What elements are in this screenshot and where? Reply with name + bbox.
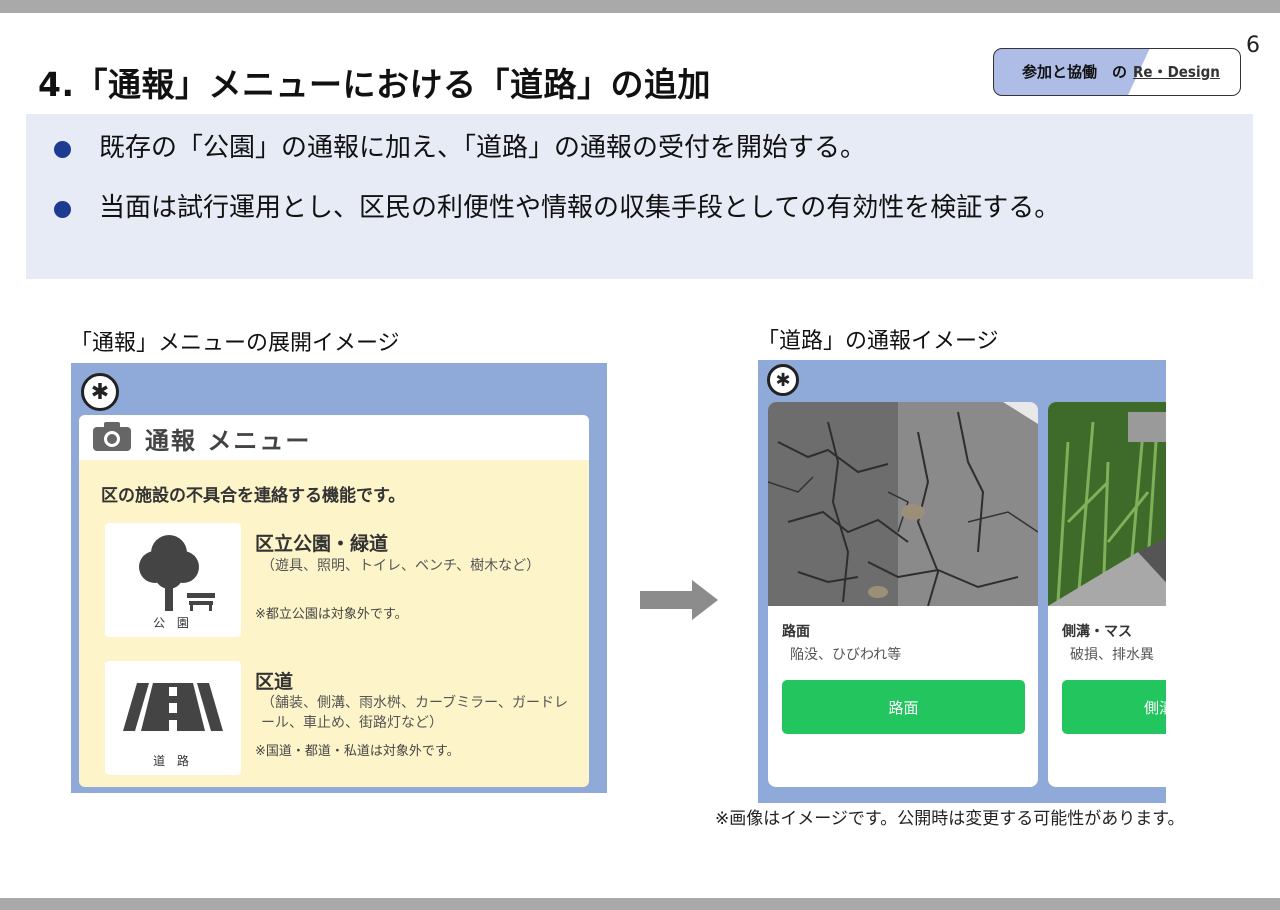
right-caption: 「道路」の通報イメージ — [757, 329, 999, 354]
bullet-item: 既存の「公園」の通報に加え、「道路」の通報の受付を開始する。 — [54, 130, 1199, 166]
right-arrow-icon — [640, 580, 718, 620]
road-card-surface[interactable]: 路面 陥没、ひびわれ等 路面 — [768, 402, 1038, 787]
road-screenshot: ✱ 路面 陥没、ひびわれ等 路面 側溝・マス 破損、排水異 側 — [758, 360, 1166, 803]
road-card-label: 側溝・マス — [1062, 624, 1132, 640]
bullet-item: 当面は試行運用とし、区民の利便性や情報の収集手段としての有効性を検証する。 — [54, 190, 1199, 226]
park-item-note: ※都立公園は対象外です。 — [255, 607, 408, 622]
bullet-dot-icon — [54, 201, 71, 218]
bullet-dot-icon — [54, 141, 71, 158]
road-item-title[interactable]: 区道 — [255, 667, 293, 694]
menu-screenshot: ✱ 通報 メニュー 区の施設の不具合を連絡する機能です。 公 園 区立公園・緑道… — [71, 363, 607, 793]
park-item-title[interactable]: 区立公園・緑道 — [255, 529, 388, 556]
road-card-gutter[interactable]: 側溝・マス 破損、排水異 側溝 — [1048, 402, 1166, 787]
cracked-asphalt-photo — [768, 402, 1038, 606]
page-number: 6 — [1246, 33, 1260, 58]
menu-card-title: 通報 メニュー — [145, 427, 312, 455]
road-card-subtext: 破損、排水異 — [1070, 647, 1154, 663]
slide-title: 4.「通報」メニューにおける「道路」の追加 — [38, 65, 711, 104]
bullet-box: 既存の「公園」の通報に加え、「道路」の通報の受付を開始する。 当面は試行運用とし… — [26, 114, 1253, 279]
footnote: ※画像はイメージです。公開時は変更する可能性があります。 — [715, 809, 1185, 829]
road-icon-box[interactable]: 道 路 — [105, 661, 241, 775]
bullet-text: 既存の「公園」の通報に加え、「道路」の通報の受付を開始する。 — [99, 133, 867, 163]
gutter-grass-photo — [1048, 402, 1166, 606]
menu-description: 区の施設の不具合を連絡する機能です。 — [101, 486, 406, 506]
gutter-button[interactable]: 側溝 — [1062, 680, 1166, 734]
park-item-detail: （遊具、照明、トイレ、ベンチ、樹木など） — [261, 558, 541, 574]
ward-logo-icon: ✱ — [81, 373, 119, 411]
road-card-subtext: 陥没、ひびわれ等 — [790, 647, 902, 663]
ward-logo-icon: ✱ — [767, 364, 799, 396]
park-icon-box[interactable]: 公 園 — [105, 523, 241, 637]
road-icon-label: 道 路 — [153, 754, 193, 768]
road-item-detail: （舗装、側溝、雨水桝、カーブミラー、ガードレール、車止め、街路灯など） — [261, 695, 569, 731]
menu-card-header: 通報 メニュー — [79, 415, 589, 460]
badge-main-text: 参加と協働 の — [1022, 63, 1128, 81]
menu-card: 通報 メニュー 区の施設の不具合を連絡する機能です。 公 園 区立公園・緑道 （… — [79, 415, 589, 787]
redesign-badge: 参加と協働 の Re・Design — [993, 48, 1241, 96]
left-caption: 「通報」メニューの展開イメージ — [70, 331, 400, 356]
bullet-text: 当面は試行運用とし、区民の利便性や情報の収集手段としての有効性を検証する。 — [99, 193, 1061, 223]
badge-accent-text: Re・Design — [1133, 63, 1220, 81]
tree-bench-icon — [139, 535, 215, 611]
park-icon-label: 公 園 — [153, 616, 193, 630]
road-icon — [123, 683, 223, 731]
road-card-label: 路面 — [782, 624, 810, 640]
badge-text: 参加と協働 の Re・Design — [1022, 61, 1220, 82]
road-item-note: ※国道・都道・私道は対象外です。 — [255, 744, 460, 759]
road-surface-button[interactable]: 路面 — [782, 680, 1025, 734]
slide: 6 4.「通報」メニューにおける「道路」の追加 参加と協働 の Re・Design… — [0, 13, 1280, 898]
camera-icon — [93, 422, 131, 451]
